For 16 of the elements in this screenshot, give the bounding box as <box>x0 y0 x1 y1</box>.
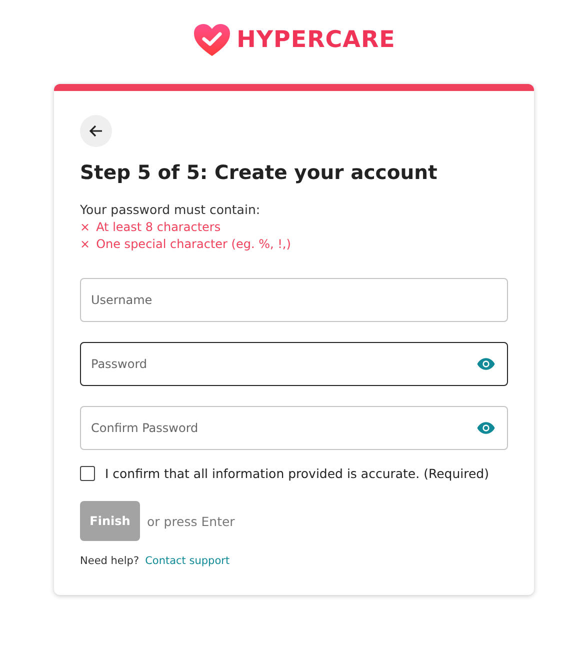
back-button[interactable] <box>80 115 112 147</box>
input-field[interactable]: Password <box>80 342 508 386</box>
contact-support-link[interactable]: Contact support <box>145 555 230 567</box>
enter-hint: or press Enter <box>147 514 235 528</box>
back-arrow-icon <box>88 123 104 139</box>
brand-name: HYPERCARE <box>236 27 396 53</box>
requirement-status-icon: × <box>80 237 90 251</box>
requirements-intro: Your password must contain: <box>80 202 262 217</box>
step-title: Step 5 of 5: Create your account <box>80 161 438 184</box>
confirm-label: I confirm that all information provided is accurate. (Required) <box>105 466 489 481</box>
heart-check-logo-icon <box>192 23 231 57</box>
requirement-status-icon: × <box>80 220 90 234</box>
checkbox[interactable] <box>80 466 95 481</box>
requirement-text: At least 8 characters <box>96 220 221 234</box>
requirement-text: One special character (eg. %, !,) <box>96 237 291 251</box>
help-text: Need help? <box>80 555 140 567</box>
